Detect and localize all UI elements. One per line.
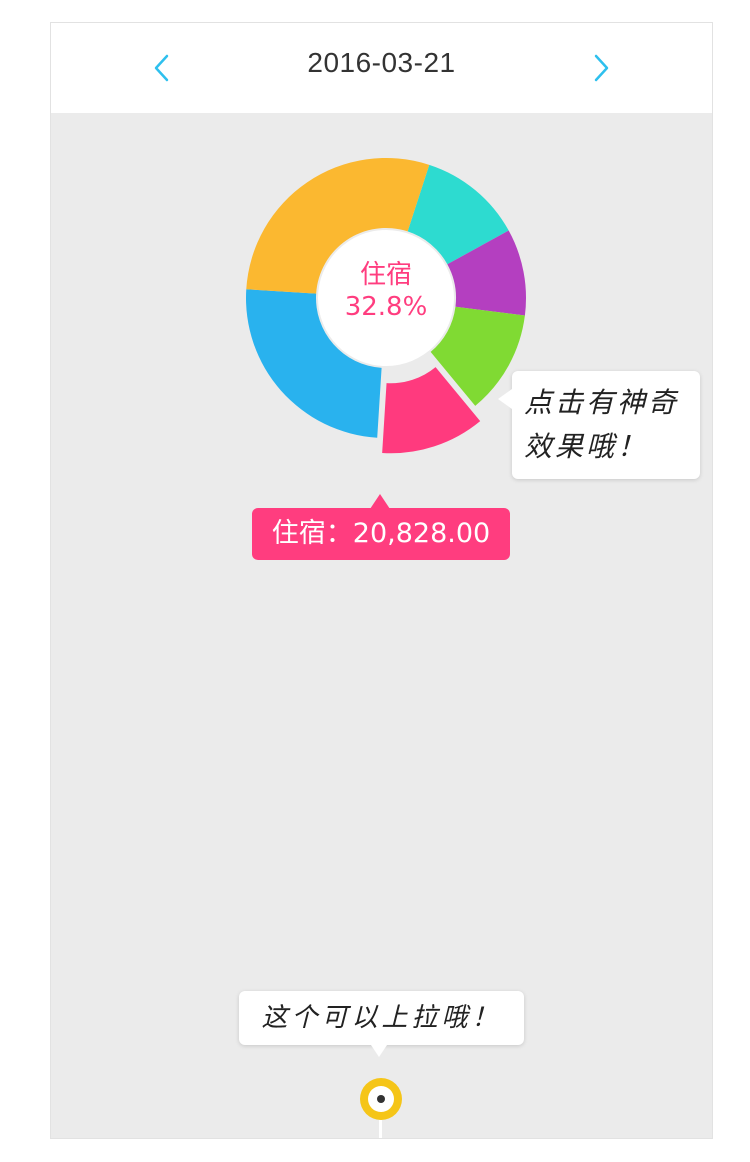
pull-up-handle[interactable] [360, 1078, 402, 1120]
pull-handle-dot [377, 1095, 385, 1103]
chart-hint-line-1: 点击有神奇 [524, 386, 680, 419]
date-header: 2016-03-21 [51, 23, 712, 113]
pull-handle-line [379, 1120, 382, 1138]
chevron-right-icon [594, 54, 609, 82]
chart-hint-line-2: 效果哦！ [524, 430, 649, 463]
chart-center-percent: 32.8% [344, 292, 428, 322]
selected-category-tag: 住宿：20,828.00 [252, 494, 510, 560]
pull-up-hint-tooltip: 这个可以上拉哦！ [239, 991, 524, 1057]
chart-center-label: 住宿 [359, 260, 412, 290]
tooltip-pointer [498, 389, 512, 409]
selected-category-amount: 住宿：20,828.00 [271, 518, 491, 549]
app-screen: 2016-03-21 住宿 32.8% 住宿：20,828.00 点击有神奇 效… [50, 22, 713, 1139]
pull-up-hint-text: 这个可以上拉哦！ [261, 1003, 502, 1033]
pull-handle-ring [368, 1086, 394, 1112]
next-date-button[interactable] [578, 45, 624, 91]
pie-chart[interactable]: 住宿 32.8% [236, 148, 536, 458]
tag-pointer [370, 494, 390, 509]
chart-hint-tooltip: 点击有神奇 效果哦！ [498, 371, 700, 479]
tooltip-pointer [371, 1045, 387, 1057]
